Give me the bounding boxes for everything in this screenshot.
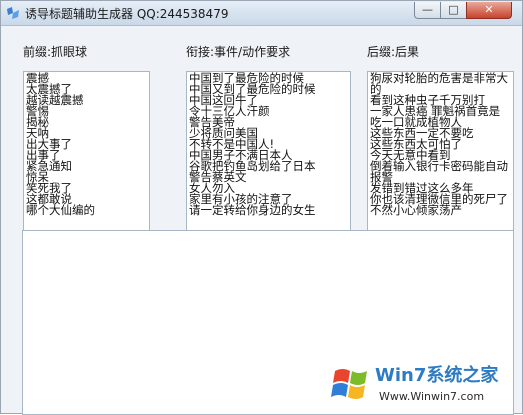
prefix-label: 前缀:抓眼球 [23, 45, 88, 59]
maximize-button[interactable]: □ [440, 2, 467, 19]
app-logo-icon [7, 7, 19, 19]
window-title: 诱导标题辅助生成器 QQ:244538479 [25, 7, 229, 21]
connector-textarea[interactable]: 中国到了最危险的时候 中国又到了最危险的时候 中国这回牛了 令十三亿人汗颜 警告… [186, 71, 351, 237]
list-item: 倒着输入银行卡密码能自动报警 [370, 159, 508, 184]
list-item: 请一定转给你身边的女生 [189, 203, 316, 217]
close-button[interactable]: ✕ [466, 2, 512, 19]
title-bar[interactable]: 诱导标题辅助生成器 QQ:244538479 — □ ✕ [1, 1, 522, 26]
minimize-button[interactable]: — [414, 2, 441, 19]
connector-label: 衔接:事件/动作要求 [186, 45, 291, 59]
list-item: 狗尿对轮胎的危害是非常大的 [370, 71, 508, 96]
suffix-textarea[interactable]: 狗尿对轮胎的危害是非常大的 看到这种虫子千万别打 一家人患癌 罪魁祸首竟是 吃一… [367, 71, 514, 237]
windows-flag-icon [331, 369, 367, 399]
watermark-brand: Win7系统之家 [375, 365, 499, 386]
list-item: 哪个大仙编的 [26, 203, 95, 217]
suffix-label: 后缀:后果 [367, 45, 420, 59]
list-item: 不然小心倾家荡产 [370, 203, 462, 217]
prefix-textarea[interactable]: 震撼 太震撼了 越读越震撼 警惕 揭秘 天呐 出大事了 出事了 紧急通知 惊呆 … [23, 71, 150, 237]
app-window: 诱导标题辅助生成器 QQ:244538479 — □ ✕ 前缀:抓眼球 衔接:事… [0, 0, 523, 415]
watermark-url: Www.Winwin7.com [379, 390, 485, 403]
watermark-logo: Win7系统之家 Www.Winwin7.com [331, 357, 521, 413]
